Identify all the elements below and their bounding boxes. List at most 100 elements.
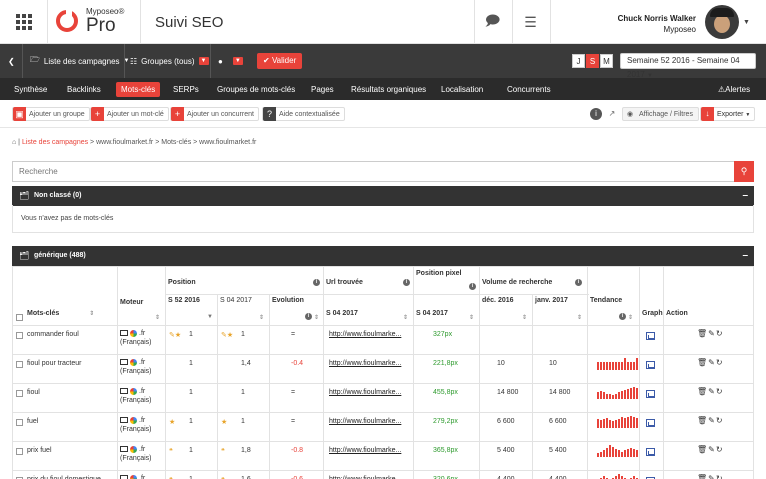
add-competitor-button[interactable]: + Ajouter un concurrent [170, 107, 259, 121]
col-pixel-s04[interactable]: S 04 2017 [416, 310, 448, 317]
keyword-text[interactable]: commander fioul [27, 331, 79, 338]
refresh-icon[interactable]: ↻ [716, 416, 724, 425]
keyword-text[interactable]: fuel [27, 418, 38, 425]
groups-dropdown[interactable]: ☷ Groupes (tous) ▼ [130, 44, 209, 78]
refresh-icon[interactable]: ↻ [716, 474, 724, 479]
keyword-text[interactable]: prix fuel [27, 447, 52, 454]
sort-icon[interactable]: ⇕ [403, 314, 408, 321]
chat-button[interactable]: 🗩 [474, 0, 510, 44]
external-link-icon[interactable]: ↗ [606, 108, 618, 120]
refresh-icon[interactable]: ↻ [716, 329, 724, 338]
info-icon[interactable]: i [469, 283, 476, 290]
campaigns-dropdown[interactable]: 🗁 Liste des campagnes ▼ [30, 44, 129, 78]
export-button[interactable]: ↓ Exporter ▼ [700, 107, 756, 121]
found-url-link[interactable]: http://www.fioulmarke... [329, 389, 401, 396]
col-keywords[interactable]: Mots-clés ⇕ [27, 310, 94, 317]
sort-icon[interactable]: ⇕ [577, 314, 582, 321]
graph-icon[interactable] [646, 332, 655, 340]
tab-resultats[interactable]: Résultats organiques [346, 82, 431, 97]
select-all-checkbox[interactable] [16, 314, 23, 321]
search-button[interactable]: ⚲ [734, 161, 754, 182]
col-url-s04[interactable]: S 04 2017 [326, 310, 358, 317]
panel-generic-header[interactable]: 🗂 générique (488) – [12, 246, 754, 266]
help-button[interactable]: ? Aide contextualisée [262, 107, 345, 121]
found-url-link[interactable]: http://www.fioulmarke... [329, 418, 401, 425]
sort-icon[interactable]: ⇕ [628, 314, 633, 321]
tab-mots-cles[interactable]: Mots-clés [116, 82, 161, 97]
graph-icon[interactable] [646, 361, 655, 369]
breadcrumb-campaigns-link[interactable]: Liste des campagnes [22, 139, 88, 146]
add-group-button[interactable]: ▣ Ajouter un groupe [12, 107, 90, 121]
col-engine[interactable]: Moteur [120, 299, 143, 306]
chevron-down-icon[interactable]: ▼ [743, 19, 750, 26]
graph-icon[interactable] [646, 448, 655, 456]
row-checkbox[interactable] [16, 419, 23, 426]
user-info[interactable]: Chuck Norris Walker Myposeo [618, 13, 696, 35]
found-url-link[interactable]: http://www.fioulmarke... [329, 331, 401, 338]
avatar[interactable] [705, 5, 739, 39]
graph-icon[interactable] [646, 419, 655, 427]
refresh-icon[interactable]: ↻ [716, 445, 724, 454]
period-day-button[interactable]: J [572, 54, 585, 68]
sort-icon[interactable]: ⇕ [155, 314, 160, 321]
apps-grid-button[interactable] [0, 0, 48, 44]
tab-backlinks[interactable]: Backlinks [62, 82, 106, 97]
col-vol-jan[interactable]: janv. 2017 [535, 297, 568, 304]
found-url-link[interactable]: http://www.fioulmarke... [329, 447, 401, 454]
settings-button[interactable]: ☰ [512, 0, 548, 44]
back-button[interactable]: ❮ [8, 44, 15, 78]
col-evolution[interactable]: Evolution [272, 297, 304, 304]
found-url-link[interactable]: http://www.fioulmarke... [329, 360, 401, 367]
display-filters-button[interactable]: ◉ Affichage / Filtres [622, 107, 699, 121]
tab-groupes[interactable]: Groupes de mots-clés [212, 82, 300, 97]
tab-serps[interactable]: SERPs [168, 82, 204, 97]
edit-icon[interactable]: ✎ [708, 474, 716, 479]
edit-icon[interactable]: ✎ [708, 329, 716, 338]
validate-button[interactable]: ✔ Valider [257, 53, 303, 69]
refresh-icon[interactable]: ↻ [716, 358, 724, 367]
tab-pages[interactable]: Pages [306, 82, 339, 97]
home-icon[interactable]: ⌂ [12, 139, 16, 146]
col-vol-dec[interactable]: déc. 2016 [482, 297, 514, 304]
sort-icon[interactable]: ⇕ [314, 314, 319, 321]
row-checkbox[interactable] [16, 332, 23, 339]
sort-icon[interactable]: ⇕ [522, 314, 527, 321]
trash-icon[interactable]: 🗑 [697, 445, 708, 454]
tab-localisation[interactable]: Localisation [436, 82, 488, 97]
trash-icon[interactable]: 🗑 [697, 416, 708, 425]
tab-concurrents[interactable]: Concurrents [502, 82, 556, 97]
graph-icon[interactable] [646, 390, 655, 398]
trash-icon[interactable]: 🗑 [697, 358, 708, 367]
row-checkbox[interactable] [16, 448, 23, 455]
week-range-select[interactable]: Semaine 52 2016 - Semaine 04 2017 ▼ [620, 53, 756, 79]
logo[interactable]: Myposeo® Pro [56, 4, 136, 40]
edit-icon[interactable]: ✎ [708, 445, 716, 454]
row-checkbox[interactable] [16, 390, 23, 397]
keyword-text[interactable]: fioul pour tracteur [27, 360, 81, 367]
alerts-button[interactable]: ⚠Alertes [718, 82, 750, 97]
search-input[interactable] [12, 161, 734, 182]
tab-synthese[interactable]: Synthèse [9, 82, 52, 97]
edit-icon[interactable]: ✎ [708, 387, 716, 396]
sort-icon[interactable]: ⇕ [259, 314, 264, 321]
location-dropdown[interactable]: ● ▼ [218, 44, 243, 78]
trash-icon[interactable]: 🗑 [697, 329, 708, 338]
sort-desc-icon[interactable]: ▼ [207, 314, 213, 320]
add-keyword-button[interactable]: + Ajouter un mot-clé [90, 107, 169, 121]
col-pos-s04[interactable]: S 04 2017 [220, 297, 252, 304]
minus-icon[interactable]: – [742, 246, 748, 266]
trash-icon[interactable]: 🗑 [697, 474, 708, 479]
period-month-button[interactable]: M [600, 54, 613, 68]
edit-icon[interactable]: ✎ [708, 358, 716, 367]
keyword-text[interactable]: fioul [27, 389, 40, 396]
info-icon[interactable]: i [313, 279, 320, 286]
period-week-button[interactable]: S [586, 54, 599, 68]
trash-icon[interactable]: 🗑 [697, 387, 708, 396]
info-icon[interactable]: i [305, 313, 312, 320]
info-icon[interactable]: i [575, 279, 582, 286]
info-icon[interactable]: i [403, 279, 410, 286]
col-pos-s52[interactable]: S 52 2016 [168, 297, 200, 304]
panel-unclassified-header[interactable]: 🗂 Non classé (0) – [12, 186, 754, 206]
refresh-icon[interactable]: ↻ [716, 387, 724, 396]
row-checkbox[interactable] [16, 361, 23, 368]
